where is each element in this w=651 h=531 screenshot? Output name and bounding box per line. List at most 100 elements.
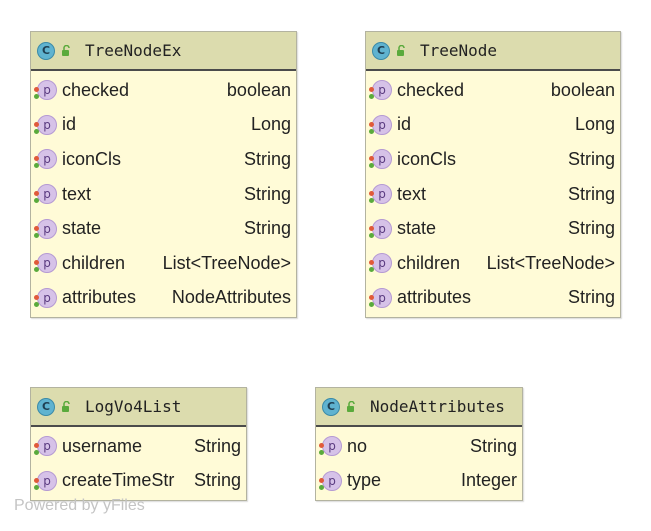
- visibility-dot-icon: [34, 232, 39, 238]
- class-header: C LogVo4List: [31, 388, 246, 427]
- visibility-dot-icon: [34, 87, 39, 93]
- class-header: C TreeNodeEx: [31, 32, 296, 71]
- field-name: children: [62, 252, 126, 273]
- property-icon-letter: p: [378, 187, 386, 202]
- visibility-dot-icon: [34, 225, 39, 231]
- field-name: iconCls: [397, 148, 457, 169]
- field-name: username: [62, 435, 143, 456]
- field-type: boolean: [226, 79, 291, 100]
- field-type: String: [243, 148, 291, 169]
- property-icon-letter: p: [43, 256, 51, 271]
- field-type: String: [469, 435, 517, 456]
- field-row[interactable]: p no String: [316, 429, 522, 464]
- field-type: Long: [574, 114, 615, 135]
- field-type: List<TreeNode>: [162, 252, 291, 273]
- property-icon: p: [369, 149, 392, 170]
- visibility-dot-icon: [369, 225, 374, 231]
- field-type: Integer: [460, 470, 517, 491]
- property-icon: p: [369, 114, 392, 135]
- field-name: type: [347, 470, 382, 491]
- visibility-dot-icon: [369, 94, 374, 100]
- field-name: no: [347, 435, 368, 456]
- field-type: String: [567, 218, 615, 239]
- class-node-nodeattributes[interactable]: C NodeAttributes p no String p type Integer: [315, 387, 523, 501]
- visibility-dot-icon: [34, 450, 39, 456]
- field-type: String: [567, 183, 615, 204]
- field-row[interactable]: p id Long: [31, 108, 296, 143]
- field-type: NodeAttributes: [171, 287, 291, 308]
- field-name: text: [62, 183, 92, 204]
- visibility-dot-icon: [34, 156, 39, 162]
- field-row[interactable]: p children List<TreeNode>: [31, 246, 296, 281]
- class-header: C TreeNode: [366, 32, 620, 71]
- property-icon-letter: p: [378, 117, 386, 132]
- property-icon-letter: p: [378, 290, 386, 305]
- visibility-dot-icon: [369, 121, 374, 127]
- field-row[interactable]: p username String: [31, 429, 246, 464]
- field-row[interactable]: p children List<TreeNode>: [366, 246, 620, 281]
- field-list: p checked boolean p id Long p iconCls String p…: [31, 71, 296, 315]
- class-node-logvo4list[interactable]: C LogVo4List p username String p createTime…: [30, 387, 247, 501]
- property-icon: p: [369, 287, 392, 308]
- property-icon: p: [369, 80, 392, 101]
- visibility-dot-icon: [34, 443, 39, 449]
- visibility-dot-icon: [369, 267, 374, 273]
- field-type: String: [567, 287, 615, 308]
- visibility-dot-icon: [34, 267, 39, 273]
- field-name: state: [397, 218, 437, 239]
- property-icon-letter: p: [43, 152, 51, 167]
- class-node-treenodeex[interactable]: C TreeNodeEx p checked boolean p id Long p ic…: [30, 31, 297, 318]
- visibility-dot-icon: [34, 121, 39, 127]
- visibility-dot-icon: [369, 191, 374, 197]
- visibility-dot-icon: [34, 294, 39, 300]
- field-row[interactable]: p type Integer: [316, 464, 522, 499]
- class-name: NodeAttributes: [370, 397, 505, 416]
- field-row[interactable]: p iconCls String: [31, 142, 296, 177]
- property-icon: p: [34, 184, 57, 205]
- class-node-treenode[interactable]: C TreeNode p checked boolean p id Long p icon…: [365, 31, 621, 318]
- field-row[interactable]: p checked boolean: [31, 73, 296, 108]
- property-icon-letter: p: [328, 473, 336, 488]
- field-name: checked: [62, 79, 130, 100]
- field-name: createTimeStr: [62, 470, 175, 491]
- field-type: String: [567, 148, 615, 169]
- field-name: attributes: [397, 287, 472, 308]
- class-name: LogVo4List: [85, 397, 182, 416]
- class-icon: C: [37, 397, 55, 416]
- field-row[interactable]: p iconCls String: [366, 142, 620, 177]
- property-icon: p: [34, 287, 57, 308]
- visibility-dot-icon: [34, 198, 39, 204]
- field-row[interactable]: p state String: [366, 211, 620, 246]
- property-icon: p: [34, 253, 57, 274]
- visibility-dot-icon: [319, 443, 324, 449]
- unlock-icon: [397, 44, 405, 56]
- field-row[interactable]: p createTimeStr String: [31, 464, 246, 499]
- field-row[interactable]: p text String: [366, 177, 620, 212]
- property-icon: p: [319, 470, 342, 491]
- field-row[interactable]: p id Long: [366, 108, 620, 143]
- field-row[interactable]: p attributes NodeAttributes: [31, 281, 296, 316]
- property-icon: p: [34, 470, 57, 491]
- unlock-icon: [347, 400, 355, 412]
- field-name: id: [62, 114, 77, 135]
- property-icon: p: [369, 218, 392, 239]
- field-type: String: [193, 435, 241, 456]
- visibility-dot-icon: [34, 163, 39, 169]
- field-row[interactable]: p checked boolean: [366, 73, 620, 108]
- visibility-dot-icon: [319, 484, 324, 490]
- field-name: attributes: [62, 287, 137, 308]
- field-list: p username String p createTimeStr String: [31, 427, 246, 498]
- field-row[interactable]: p attributes String: [366, 281, 620, 316]
- field-row[interactable]: p state String: [31, 211, 296, 246]
- class-header: C NodeAttributes: [316, 388, 522, 427]
- class-icon: C: [372, 41, 390, 60]
- property-icon-letter: p: [378, 83, 386, 98]
- visibility-dot-icon: [34, 191, 39, 197]
- property-icon-letter: p: [378, 152, 386, 167]
- field-name: text: [397, 183, 427, 204]
- property-icon-letter: p: [43, 290, 51, 305]
- property-icon-letter: p: [378, 256, 386, 271]
- property-icon: p: [34, 114, 57, 135]
- field-row[interactable]: p text String: [31, 177, 296, 212]
- visibility-dot-icon: [319, 477, 324, 483]
